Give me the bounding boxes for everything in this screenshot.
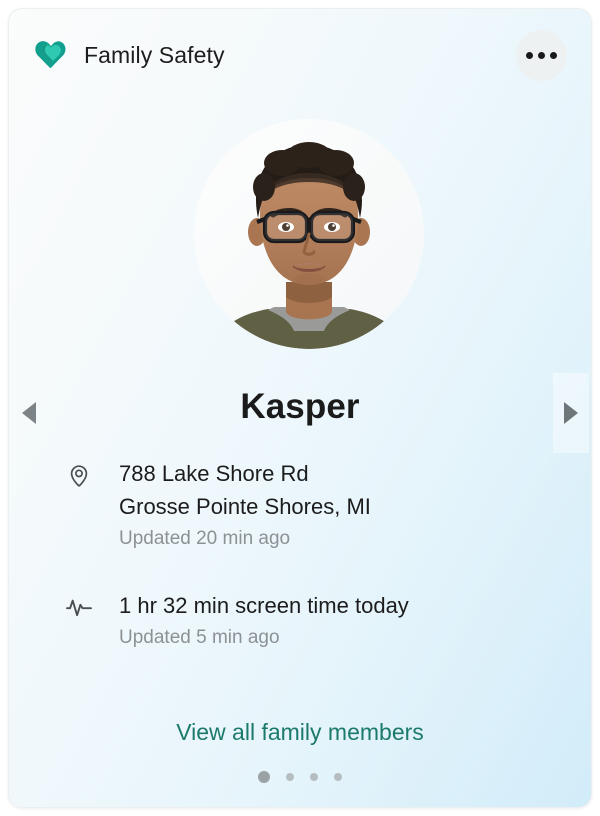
- screentime-value: 1 hr 32 min screen time today: [119, 593, 409, 618]
- location-updated-text: Updated 20 min ago: [119, 528, 291, 549]
- ellipsis-dot-3: [550, 52, 557, 59]
- card-header: Family Safety: [9, 9, 591, 101]
- next-member-button[interactable]: [553, 373, 589, 453]
- family-safety-heart-icon: [34, 38, 68, 72]
- location-address-line-1: 788 Lake Shore Rd: [119, 461, 309, 486]
- carousel-pager-dots: [9, 769, 591, 785]
- ellipsis-dot-2: [538, 52, 545, 59]
- app-title: Family Safety: [84, 42, 225, 68]
- member-avatar[interactable]: [194, 119, 424, 349]
- chevron-left-icon: [22, 402, 36, 424]
- pager-dot-2[interactable]: [286, 773, 294, 781]
- screentime-detail-text: 1 hr 32 min screen time today Updated 5 …: [119, 589, 541, 653]
- member-name: Kasper: [240, 387, 360, 426]
- chevron-right-icon: [564, 402, 578, 424]
- pager-dot-3[interactable]: [310, 773, 318, 781]
- view-all-family-members-link[interactable]: View all family members: [9, 719, 591, 746]
- more-options-button[interactable]: [516, 30, 567, 81]
- screentime-updated-text: Updated 5 min ago: [119, 627, 280, 648]
- location-pin-icon: [64, 461, 94, 491]
- previous-member-button[interactable]: [11, 373, 47, 453]
- pager-dot-1[interactable]: [258, 771, 270, 783]
- location-detail-text: 788 Lake Shore Rd Grosse Pointe Shores, …: [119, 457, 541, 554]
- location-detail-row: 788 Lake Shore Rd Grosse Pointe Shores, …: [61, 457, 541, 554]
- pulse-activity-icon: [64, 593, 94, 623]
- screentime-detail-row: 1 hr 32 min screen time today Updated 5 …: [61, 589, 541, 653]
- location-address-line-2: Grosse Pointe Shores, MI: [119, 494, 371, 519]
- pager-dot-4[interactable]: [334, 773, 342, 781]
- ellipsis-dot-1: [526, 52, 533, 59]
- family-safety-widget-card: Family Safety Kasper 788 Lake Shore Rd G…: [8, 8, 592, 808]
